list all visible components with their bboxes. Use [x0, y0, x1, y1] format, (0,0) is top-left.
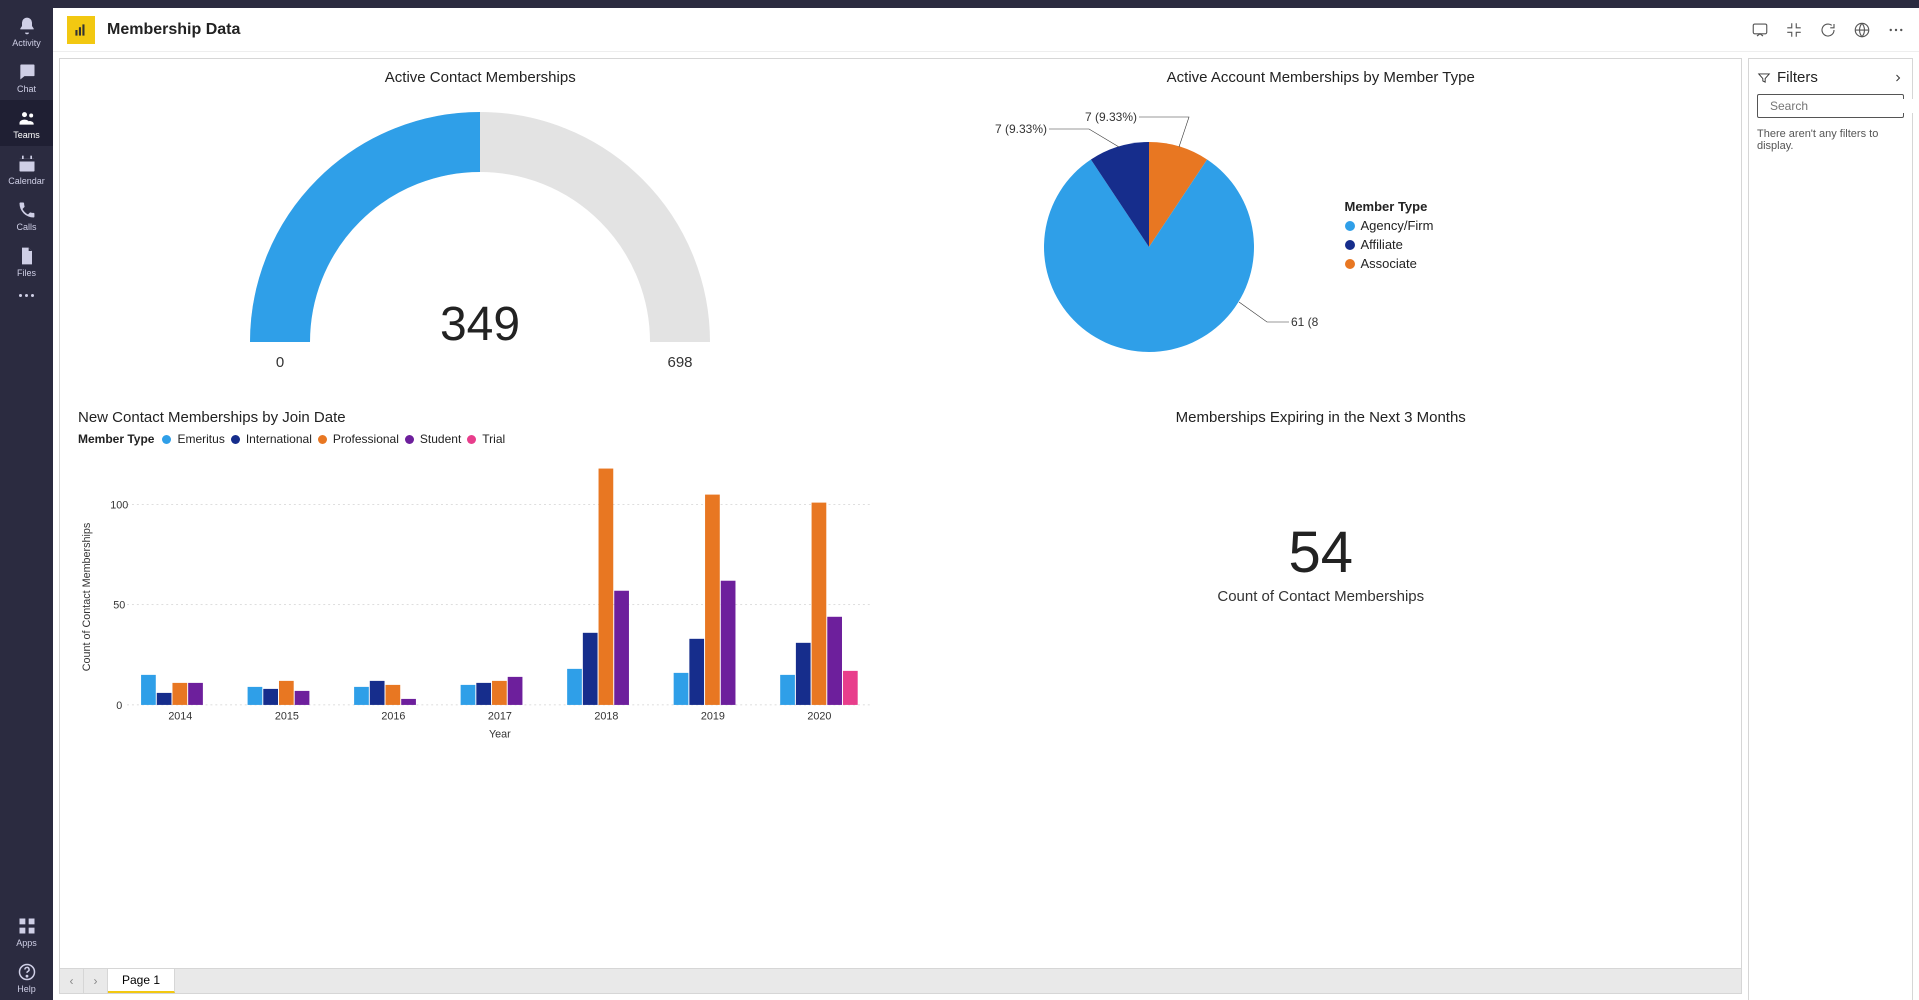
gauge-max: 698: [668, 354, 693, 371]
bell-icon: [17, 16, 37, 36]
report-header: Membership Data: [53, 8, 1919, 52]
gauge-chart: 349 0 698: [220, 92, 740, 372]
help-icon: [17, 962, 37, 982]
sidebar-item-apps[interactable]: Apps: [0, 908, 53, 954]
powerbi-icon: [67, 16, 95, 44]
next-page-button[interactable]: ›: [84, 969, 108, 993]
conversation-icon[interactable]: [1751, 21, 1769, 39]
gauge-visual[interactable]: Active Contact Memberships 349 0 698: [60, 59, 901, 399]
sidebar-item-calls[interactable]: Calls: [0, 192, 53, 238]
svg-text:2020: 2020: [807, 711, 831, 723]
sidebar-label: Activity: [12, 38, 41, 48]
card-visual[interactable]: Memberships Expiring in the Next 3 Month…: [901, 399, 1742, 968]
file-icon: [17, 246, 37, 266]
svg-text:2015: 2015: [275, 711, 299, 723]
legend-item[interactable]: Agency/Firm: [1345, 218, 1434, 233]
sidebar-label: Calls: [16, 222, 36, 232]
card-value: 54: [1288, 519, 1353, 586]
pie-slice-label: 7 (9.33%): [1084, 110, 1136, 124]
bar-title: New Contact Memberships by Join Date: [78, 409, 883, 426]
filters-empty-text: There aren't any filters to display.: [1757, 128, 1904, 152]
bar-ylabel: Count of Contact Memberships: [81, 523, 93, 672]
filters-search[interactable]: [1757, 94, 1904, 118]
svg-text:2019: 2019: [701, 711, 725, 723]
legend-item[interactable]: Affiliate: [1345, 237, 1434, 252]
gauge-title: Active Contact Memberships: [78, 69, 883, 86]
sidebar-label: Chat: [17, 84, 36, 94]
svg-text:2014: 2014: [168, 711, 192, 723]
app-topbar: [0, 0, 1919, 8]
report-area: Active Contact Memberships 349 0 698: [53, 52, 1748, 1000]
page-tab[interactable]: Page 1: [108, 969, 175, 993]
sidebar-label: Apps: [16, 938, 37, 948]
pie-title: Active Account Memberships by Member Typ…: [919, 69, 1724, 86]
more-icon[interactable]: [19, 284, 34, 307]
sidebar-label: Help: [17, 984, 36, 994]
header-actions: [1751, 21, 1905, 39]
globe-icon[interactable]: [1853, 21, 1871, 39]
more-options-icon[interactable]: [1887, 21, 1905, 39]
page-tabs: ‹ › Page 1: [59, 968, 1742, 994]
sidebar-item-teams[interactable]: Teams: [0, 100, 53, 146]
svg-text:2017: 2017: [488, 711, 512, 723]
calendar-icon: [17, 154, 37, 174]
card-label: Count of Contact Memberships: [1217, 588, 1424, 605]
filters-title: Filters: [1777, 69, 1818, 86]
pie-legend: Member Type Agency/Firm Affiliate Associ…: [1345, 199, 1434, 275]
report-title: Membership Data: [107, 21, 240, 39]
phone-icon: [17, 200, 37, 220]
content-wrap: Active Contact Memberships 349 0 698: [53, 52, 1919, 1000]
filters-header[interactable]: Filters: [1757, 69, 1904, 86]
svg-text:0: 0: [116, 700, 122, 712]
pie-visual[interactable]: Active Account Memberships by Member Typ…: [901, 59, 1742, 399]
pie-chart: 7 (9.33%) 7 (9.33%) 61 (81.33%): [919, 92, 1319, 382]
refresh-icon[interactable]: [1819, 21, 1837, 39]
filters-search-input[interactable]: [1770, 99, 1919, 113]
sidebar-item-files[interactable]: Files: [0, 238, 53, 284]
pie-slice-label: 7 (9.33%): [994, 122, 1046, 136]
svg-text:2016: 2016: [381, 711, 405, 723]
card-title: Memberships Expiring in the Next 3 Month…: [919, 409, 1724, 426]
svg-text:2018: 2018: [594, 711, 618, 723]
bar-visual[interactable]: New Contact Memberships by Join Date Mem…: [60, 399, 901, 968]
pie-slice-label: 61 (81.33%): [1291, 315, 1319, 329]
collapse-icon[interactable]: [1785, 21, 1803, 39]
chat-icon: [17, 62, 37, 82]
sidebar-label: Calendar: [8, 176, 45, 186]
sidebar-item-activity[interactable]: Activity: [0, 8, 53, 54]
gauge-min: 0: [276, 354, 284, 371]
app-root: Activity Chat Teams Calendar Calls: [0, 0, 1919, 1000]
filters-panel: Filters There aren't any filters to disp…: [1748, 58, 1913, 1000]
bar-legend: Member Type Emeritus International Profe…: [78, 432, 883, 446]
app-rail: Activity Chat Teams Calendar Calls: [0, 0, 53, 1000]
apps-icon: [17, 916, 37, 936]
prev-page-button[interactable]: ‹: [60, 969, 84, 993]
report-canvas: Active Contact Memberships 349 0 698: [59, 58, 1742, 968]
gauge-value: 349: [440, 298, 520, 351]
bar-xlabel: Year: [489, 728, 511, 740]
svg-text:50: 50: [113, 600, 125, 612]
chevron-right-icon: [1892, 72, 1904, 84]
bar-chart: Count of Contact Memberships Year 0 50 100…: [78, 452, 883, 742]
sidebar-item-chat[interactable]: Chat: [0, 54, 53, 100]
filter-icon: [1757, 71, 1771, 85]
svg-text:100: 100: [110, 500, 128, 512]
sidebar-item-calendar[interactable]: Calendar: [0, 146, 53, 192]
teams-icon: [17, 108, 37, 128]
legend-title: Member Type: [1345, 199, 1434, 214]
sidebar-label: Files: [17, 268, 36, 278]
sidebar-label: Teams: [13, 130, 40, 140]
main: Membership Data Active Contact Membershi…: [53, 8, 1919, 1000]
legend-item[interactable]: Associate: [1345, 256, 1434, 271]
sidebar-item-help[interactable]: Help: [0, 954, 53, 1000]
